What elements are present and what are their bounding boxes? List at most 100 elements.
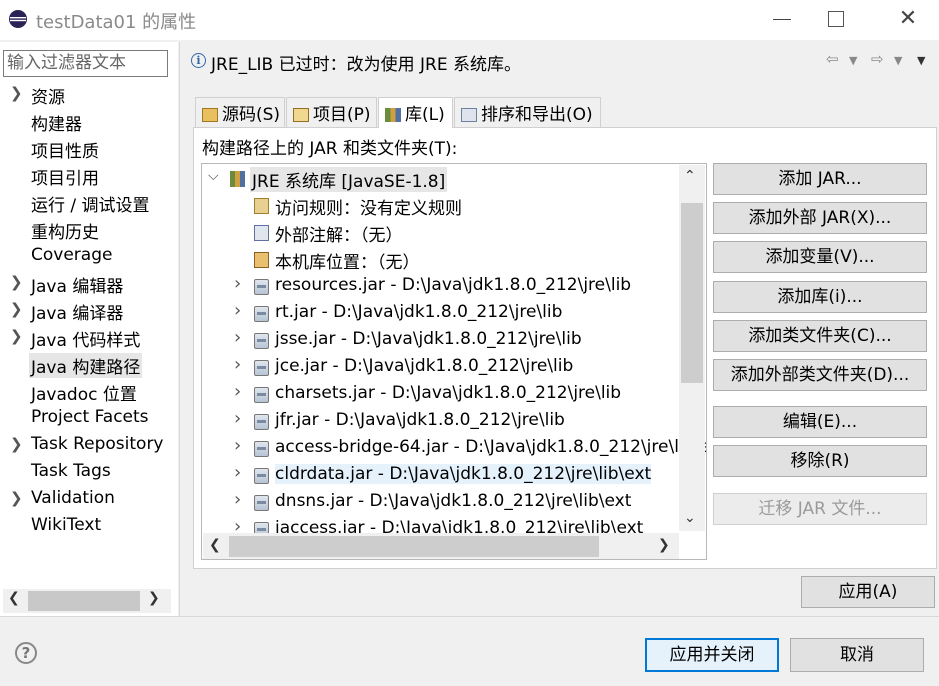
chevron-right-icon[interactable]: › bbox=[234, 435, 241, 456]
minimize-button[interactable] bbox=[771, 8, 793, 30]
scroll-left-icon[interactable]: ❮ bbox=[8, 590, 20, 606]
chevron-right-icon[interactable]: ❯ bbox=[10, 489, 23, 507]
sidebar-item[interactable]: Task Tags bbox=[0, 460, 176, 487]
scroll-right-icon[interactable]: ❯ bbox=[658, 537, 670, 553]
build-path-tree[interactable]: ⌵ JRE 系统库 [JavaSE-1.8] 访问规则：没有定义规则 外部注解：… bbox=[201, 163, 707, 560]
pane-divider[interactable] bbox=[179, 42, 180, 616]
chevron-right-icon[interactable]: ❯ bbox=[10, 84, 23, 102]
chevron-right-icon[interactable]: › bbox=[234, 327, 241, 348]
chevron-right-icon[interactable]: ❯ bbox=[10, 327, 23, 345]
apply-and-close-button[interactable]: 应用并关闭 bbox=[645, 638, 779, 672]
tree-horizontal-scrollbar-thumb[interactable] bbox=[229, 536, 599, 557]
sidebar-item[interactable]: 重构历史 bbox=[0, 217, 176, 244]
chevron-right-icon[interactable]: › bbox=[234, 489, 241, 510]
tab-source[interactable]: 源码(S) bbox=[195, 97, 285, 127]
folder-source-icon bbox=[202, 108, 218, 122]
access-rules-icon bbox=[254, 198, 269, 214]
scroll-up-icon[interactable]: ⌃ bbox=[684, 168, 696, 184]
sidebar-item[interactable]: 项目引用 bbox=[0, 163, 176, 190]
jar-icon bbox=[254, 306, 269, 322]
jar-label: rt.jar - D:\Java\jdk1.8.0_212\jre\lib bbox=[275, 302, 563, 322]
sidebar-item[interactable]: ❯ Java 编译器 bbox=[0, 298, 176, 325]
jar-label: resources.jar - D:\Java\jdk1.8.0_212\jre… bbox=[275, 275, 632, 295]
sidebar-item-label: Task Repository bbox=[31, 434, 164, 454]
jar-icon bbox=[254, 414, 269, 430]
sidebar-item[interactable]: 项目性质 bbox=[0, 136, 176, 163]
sidebar-item[interactable]: Project Facets bbox=[0, 406, 176, 433]
back-menu-icon[interactable]: ▼ bbox=[849, 54, 857, 67]
add-jar-button[interactable]: 添加 JAR... bbox=[713, 163, 927, 195]
order-export-icon bbox=[461, 108, 477, 122]
add-external-jar-button[interactable]: 添加外部 JAR(X)... bbox=[713, 202, 927, 234]
close-button[interactable]: ✕ bbox=[895, 6, 921, 32]
view-menu-icon[interactable]: ▼ bbox=[917, 54, 925, 67]
chevron-right-icon[interactable]: ❯ bbox=[10, 435, 23, 453]
forward-icon[interactable]: ⇨ bbox=[871, 50, 884, 68]
chevron-right-icon[interactable]: › bbox=[234, 354, 241, 375]
edit-button[interactable]: 编辑(E)... bbox=[713, 406, 927, 438]
chevron-right-icon[interactable]: › bbox=[234, 408, 241, 429]
apply-button[interactable]: 应用(A) bbox=[801, 576, 935, 608]
window-title: testData01 的属性 bbox=[36, 12, 197, 33]
scroll-down-icon[interactable]: ⌄ bbox=[684, 510, 696, 526]
add-variable-button[interactable]: 添加变量(V)... bbox=[713, 241, 927, 273]
sidebar-item-label: Java 编辑器 bbox=[31, 277, 124, 297]
jar-icon bbox=[254, 387, 269, 403]
sidebar-item[interactable]: Java 构建路径 bbox=[0, 352, 176, 379]
sidebar-item[interactable]: ❯ Java 编辑器 bbox=[0, 271, 176, 298]
library-icon bbox=[385, 108, 401, 122]
footer-divider bbox=[0, 616, 939, 617]
jar-label: cldrdata.jar - D:\Java\jdk1.8.0_212\jre\… bbox=[275, 464, 652, 484]
forward-menu-icon[interactable]: ▼ bbox=[894, 54, 902, 67]
annotations-icon bbox=[254, 225, 269, 241]
jar-icon bbox=[254, 333, 269, 349]
tab-order-export[interactable]: 排序和导出(O) bbox=[454, 97, 601, 127]
left-scrollbar-thumb[interactable] bbox=[28, 591, 140, 611]
migrate-jar-button[interactable]: 迁移 JAR 文件... bbox=[713, 493, 927, 525]
cancel-button[interactable]: 取消 bbox=[790, 638, 924, 672]
tab-libraries[interactable]: 库(L) bbox=[378, 97, 453, 128]
chevron-right-icon[interactable]: › bbox=[234, 462, 241, 483]
scroll-right-icon[interactable]: ❯ bbox=[148, 590, 160, 606]
jar-icon bbox=[254, 495, 269, 511]
add-external-class-folder-button[interactable]: 添加外部类文件夹(D)... bbox=[713, 359, 927, 391]
sidebar-item[interactable]: Javadoc 位置 bbox=[0, 379, 176, 406]
section-label: 构建路径上的 JAR 和类文件夹(T): bbox=[202, 139, 458, 159]
sidebar-item[interactable]: 运行 / 调试设置 bbox=[0, 190, 176, 217]
native-library-icon bbox=[254, 252, 269, 268]
help-icon[interactable]: ? bbox=[15, 642, 37, 664]
chevron-right-icon[interactable]: ❯ bbox=[10, 273, 23, 291]
chevron-down-icon[interactable]: ⌵ bbox=[208, 168, 219, 184]
sidebar-item-label: Java 代码样式 bbox=[31, 331, 141, 351]
sidebar-item[interactable]: 构建器 bbox=[0, 109, 176, 136]
jar-label: dnsns.jar - D:\Java\jdk1.8.0_212\jre\lib… bbox=[275, 491, 632, 511]
jar-icon bbox=[254, 360, 269, 376]
chevron-right-icon[interactable]: › bbox=[234, 300, 241, 321]
sidebar-item[interactable]: Coverage bbox=[0, 244, 176, 271]
sidebar-item-label: 项目引用 bbox=[31, 169, 99, 189]
sidebar-item[interactable]: WikiText bbox=[0, 514, 176, 541]
add-class-folder-button[interactable]: 添加类文件夹(C)... bbox=[713, 320, 927, 352]
scroll-left-icon[interactable]: ❮ bbox=[209, 537, 221, 553]
sidebar-item-label: Project Facets bbox=[31, 407, 149, 427]
tree-vertical-scrollbar-thumb[interactable] bbox=[681, 203, 703, 383]
tab-projects[interactable]: 项目(P) bbox=[286, 97, 377, 127]
maximize-button[interactable] bbox=[828, 11, 844, 27]
sidebar-item[interactable]: ❯ Validation bbox=[0, 487, 176, 514]
sidebar-item[interactable]: ❯ Java 代码样式 bbox=[0, 325, 176, 352]
info-icon: i bbox=[191, 53, 206, 68]
chevron-right-icon[interactable]: › bbox=[234, 381, 241, 402]
jar-icon bbox=[254, 279, 269, 295]
sidebar-item[interactable]: ❯ Task Repository bbox=[0, 433, 176, 460]
add-library-button[interactable]: 添加库(i)... bbox=[713, 281, 927, 313]
jar-icon bbox=[254, 441, 269, 457]
sidebar-item[interactable]: ❯ 资源 bbox=[0, 82, 176, 109]
chevron-right-icon[interactable]: › bbox=[234, 273, 241, 294]
back-icon[interactable]: ⇦ bbox=[826, 50, 839, 68]
sidebar-item-label: Java 构建路径 bbox=[29, 353, 143, 378]
filter-input[interactable]: 输入过滤器文本 bbox=[3, 50, 168, 77]
sidebar-item-label: Java 编译器 bbox=[31, 304, 124, 324]
remove-button[interactable]: 移除(R) bbox=[713, 445, 927, 477]
chevron-right-icon[interactable]: ❯ bbox=[10, 300, 23, 318]
page-message: JRE_LIB 已过时：改为使用 JRE 系统库。 bbox=[211, 55, 521, 75]
